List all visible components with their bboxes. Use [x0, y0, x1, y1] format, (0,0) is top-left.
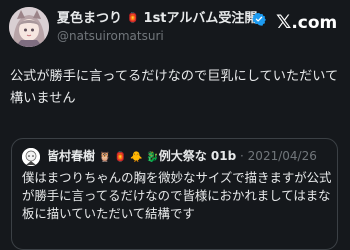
x-logo-icon: 𝕏.com	[276, 11, 337, 33]
quote-text: 僕はまつりちゃんの胸を微妙なサイズで描きますが公式が勝手に言ってるだけなので皆様…	[22, 170, 332, 221]
quote-header: 皆村春樹 🦉 🏮 🐥 🐉例大祭な 01b · 2021/04/26	[47, 147, 335, 167]
lantern-emoji-icon: 🏮	[126, 13, 139, 24]
x-brand-mark: 𝕏	[276, 11, 292, 33]
quote-name-emoji-icons: 🦉 🏮 🐥 🐉	[95, 152, 159, 163]
quote-avatar-image	[22, 148, 40, 166]
tweet-text: 公式が勝手に言ってるだけなので巨乳にしていただいて構いません	[10, 69, 339, 106]
brand-domain: .com	[291, 13, 338, 33]
author-name-suffix: 1stアルバム受注開...	[139, 11, 263, 26]
quote-author-avatar[interactable]	[22, 148, 40, 166]
quote-author-name[interactable]: 皆村春樹 🦉 🏮 🐥 🐉例大祭な 01b	[47, 149, 236, 163]
quote-date[interactable]: 2021/04/26	[248, 149, 317, 163]
quoted-tweet[interactable]: 皆村春樹 🦉 🏮 🐥 🐉例大祭な 01b · 2021/04/26 僕はまつりち…	[11, 138, 338, 250]
author-name-text: 夏色まつり	[57, 11, 123, 26]
author-display-name[interactable]: 夏色まつり 🏮 1stアルバム受注開...	[57, 11, 263, 27]
quote-author-name-text: 皆村春樹	[47, 149, 96, 163]
quote-separator: ·	[236, 149, 248, 163]
author-handle[interactable]: @natsuiromatsuri	[57, 29, 164, 44]
author-avatar[interactable]	[9, 7, 49, 47]
verified-badge-icon	[252, 12, 266, 26]
quote-author-name-suffix: 例大祭な 01b	[158, 149, 237, 163]
tweet-card: 夏色まつり 🏮 1stアルバム受注開... @natsuiromatsuri 𝕏…	[0, 0, 350, 250]
avatar-image	[9, 7, 49, 47]
